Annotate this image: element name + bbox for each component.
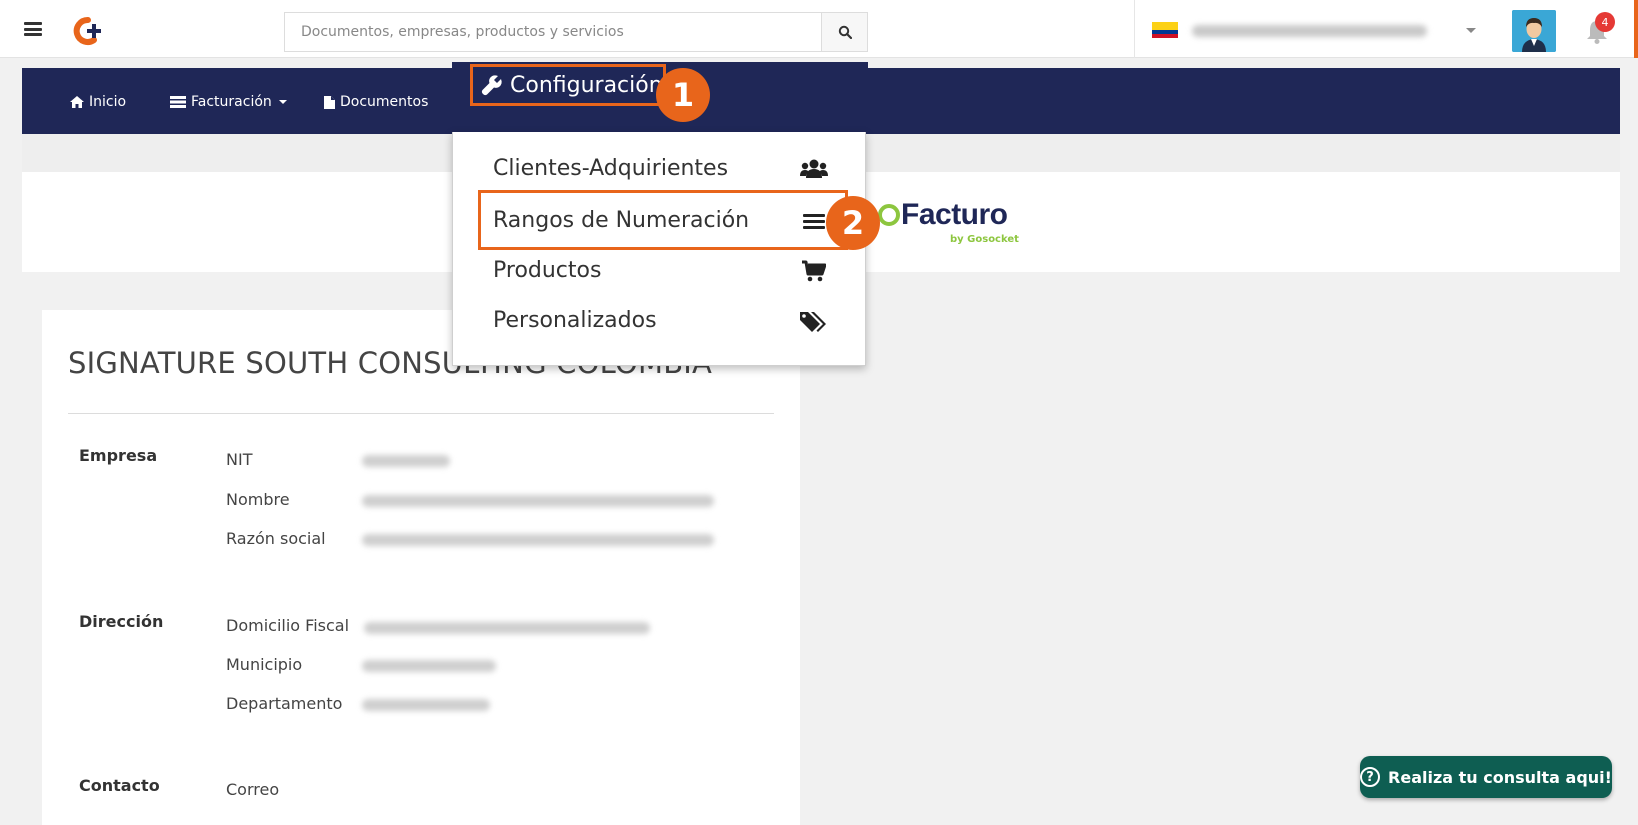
value-domicilio-redacted — [364, 622, 650, 634]
topbar-divider — [1134, 0, 1135, 58]
menu-item-label: Clientes-Adquirientes — [493, 156, 729, 181]
app-logo-icon[interactable] — [70, 16, 106, 46]
field-nit: NIT — [226, 450, 253, 469]
section-direccion: Dirección — [79, 612, 164, 631]
company-selector[interactable] — [1152, 16, 1482, 44]
brand-name: Facturo — [901, 198, 1008, 231]
step-2-highlight — [478, 190, 848, 250]
step-badge-1: 1 — [656, 68, 710, 122]
notification-badge: 4 — [1595, 12, 1615, 32]
menu-icon[interactable] — [24, 22, 42, 36]
nav-documentos[interactable]: Documentos — [324, 92, 428, 112]
field-razon-social: Razón social — [226, 529, 326, 548]
cart-icon — [802, 260, 826, 282]
avatar[interactable] — [1512, 10, 1556, 52]
accent-edge — [1634, 0, 1638, 58]
tags-icon — [800, 312, 826, 332]
table-icon — [170, 96, 186, 108]
section-empresa: Empresa — [79, 446, 158, 465]
value-municipio-redacted — [362, 660, 496, 672]
menu-item-personalizados[interactable]: Personalizados — [453, 296, 867, 346]
search-button[interactable] — [821, 13, 867, 51]
menu-item-label: Personalizados — [493, 308, 657, 333]
company-name-redacted — [1192, 25, 1427, 37]
field-departamento: Departamento — [226, 694, 343, 713]
menu-item-clientes[interactable]: Clientes-Adquirientes — [453, 144, 867, 194]
nav-documentos-label: Documentos — [340, 94, 429, 110]
brand-tagline: by Gosocket — [950, 234, 1019, 245]
top-bar: 4 — [0, 0, 1638, 58]
user-avatar-icon — [1512, 10, 1556, 52]
value-nit-redacted — [362, 455, 450, 467]
document-icon — [324, 95, 335, 109]
step-1-highlight — [470, 64, 666, 106]
step-badge-2: 2 — [826, 196, 880, 250]
help-label: Realiza tu consulta aqui! — [1388, 767, 1612, 787]
home-icon — [70, 96, 84, 108]
field-domicilio-fiscal: Domicilio Fiscal — [226, 616, 350, 635]
field-nombre: Nombre — [226, 490, 290, 509]
field-correo: Correo — [226, 780, 280, 799]
search-bar — [284, 12, 868, 52]
caret-down-icon — [278, 100, 287, 104]
colombia-flag-icon — [1152, 22, 1178, 38]
value-razon-social-redacted — [362, 534, 714, 546]
nav-inicio[interactable]: Inicio — [70, 92, 126, 112]
menu-item-productos[interactable]: Productos — [453, 246, 867, 296]
nav-facturacion[interactable]: Facturación — [170, 92, 287, 112]
nav-facturacion-label: Facturación — [191, 94, 272, 110]
value-nombre-redacted — [362, 495, 714, 507]
card-divider — [68, 413, 774, 414]
facturo-logo: Facturo by Gosocket — [878, 198, 1019, 248]
facturo-ring-icon — [878, 204, 900, 226]
search-input[interactable] — [285, 13, 821, 51]
chevron-down-icon — [1466, 28, 1476, 33]
company-card: SIGNATURE SOUTH CONSULTING COLOMBIA Empr… — [42, 310, 800, 825]
field-municipio: Municipio — [226, 655, 303, 674]
help-button[interactable]: ? Realiza tu consulta aqui! — [1360, 756, 1612, 798]
section-contacto: Contacto — [79, 776, 160, 795]
users-icon — [800, 159, 828, 178]
search-icon — [838, 25, 852, 39]
menu-item-label: Productos — [493, 258, 602, 283]
value-departamento-redacted — [362, 699, 490, 711]
help-icon: ? — [1360, 767, 1381, 787]
nav-inicio-label: Inicio — [89, 94, 127, 110]
